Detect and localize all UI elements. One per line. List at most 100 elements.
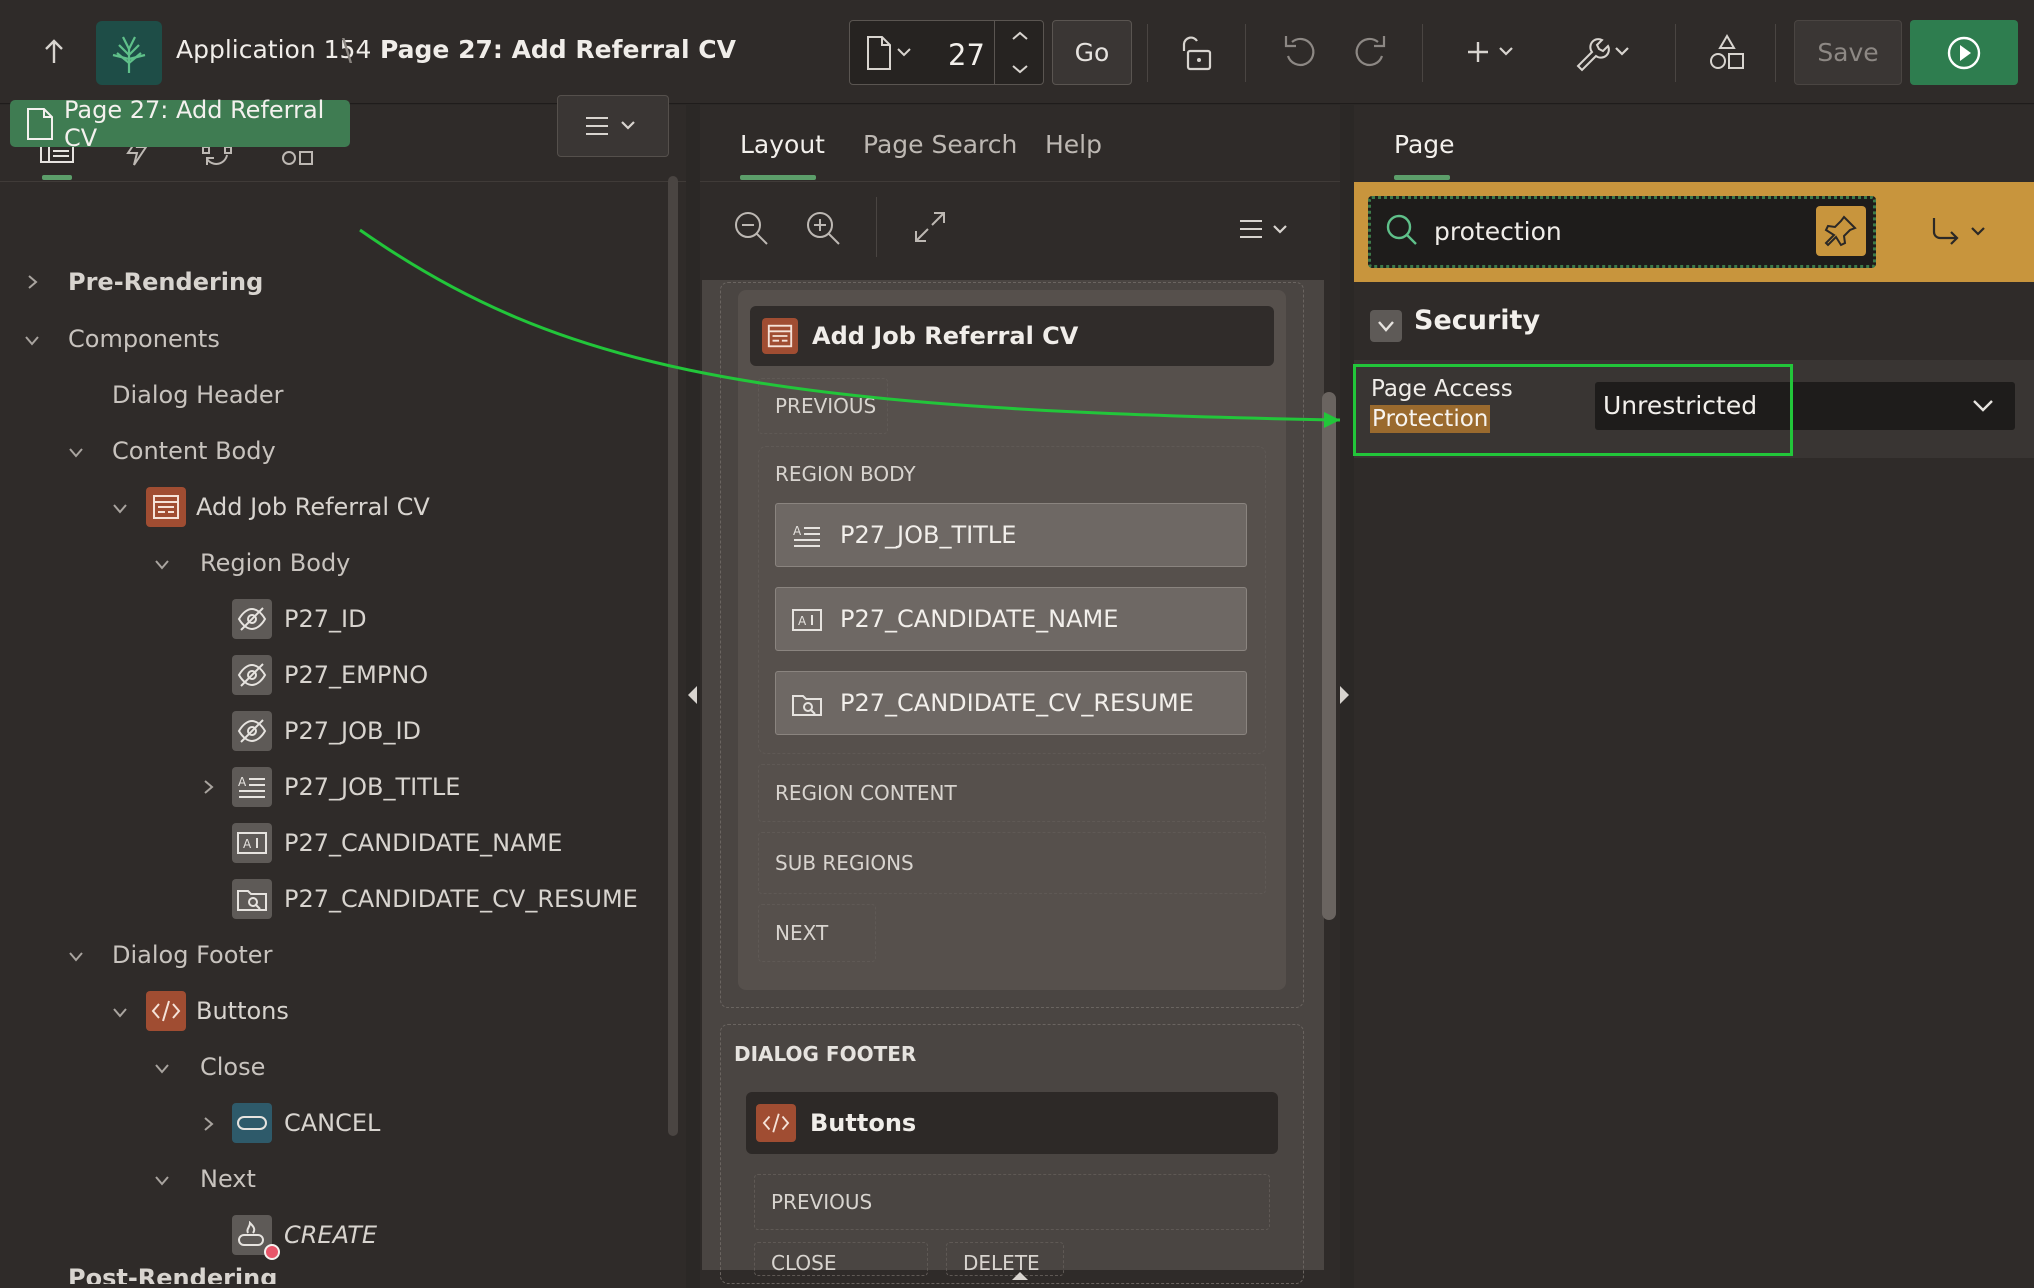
chevron-right-icon[interactable] xyxy=(22,272,42,292)
go-button[interactable]: Go xyxy=(1052,20,1132,85)
tree-close-position[interactable]: Close xyxy=(200,1047,265,1087)
chevron-down-icon[interactable] xyxy=(152,1058,172,1078)
layout-item[interactable]: P27_CANDIDATE_CV_RESUME xyxy=(775,671,1247,735)
layout-scrollbar[interactable] xyxy=(1322,392,1336,920)
collapse-right-icon[interactable] xyxy=(1340,686,1349,704)
toolbar-divider xyxy=(1422,24,1423,82)
search-input-value[interactable]: protection xyxy=(1434,217,1562,246)
toolbar-divider xyxy=(1775,24,1776,82)
active-tab-indicator xyxy=(740,175,816,180)
slot-region-body-label: REGION BODY xyxy=(775,462,916,486)
redo-icon[interactable] xyxy=(1348,30,1392,74)
layout-menu-icon[interactable] xyxy=(1236,211,1300,247)
tree-components[interactable]: Components xyxy=(68,319,220,359)
chevron-down-icon[interactable] xyxy=(110,1002,130,1022)
section-collapse-toggle[interactable] xyxy=(1370,310,1402,342)
tree-item[interactable]: P27_JOB_TITLE xyxy=(284,767,460,807)
zoom-in-icon[interactable] xyxy=(804,209,844,249)
tree-next-position[interactable]: Next xyxy=(200,1159,256,1199)
layout-item[interactable]: A P27_JOB_TITLE xyxy=(775,503,1247,567)
page-number-stepper[interactable] xyxy=(994,21,1044,84)
utilities-wrench-icon[interactable] xyxy=(1568,30,1638,74)
region-icon xyxy=(762,318,798,354)
slot-delete[interactable]: DELETE xyxy=(946,1242,1064,1276)
chevron-down-icon[interactable] xyxy=(152,1170,172,1190)
tree-dialog-footer[interactable]: Dialog Footer xyxy=(112,935,272,975)
panel-divider xyxy=(0,181,686,182)
page-number-input[interactable]: 27 xyxy=(948,38,985,72)
app-logo-icon[interactable] xyxy=(96,21,162,85)
hidden-item-icon xyxy=(232,599,272,639)
section-title-security[interactable]: Security xyxy=(1414,305,1540,336)
tree-item[interactable]: P27_CANDIDATE_NAME xyxy=(284,823,562,863)
create-menu-icon[interactable] xyxy=(1460,30,1524,74)
lock-icon[interactable] xyxy=(1175,30,1221,76)
layout-item[interactable]: A P27_CANDIDATE_NAME xyxy=(775,587,1247,651)
tree-post-rendering[interactable]: Post-Rendering xyxy=(68,1264,277,1284)
layout-region-header[interactable]: Add Job Referral CV xyxy=(750,306,1274,366)
page-type-icon[interactable] xyxy=(864,35,912,71)
tree-item[interactable]: P27_CANDIDATE_CV_RESUME xyxy=(284,879,638,919)
chevron-down-icon xyxy=(1378,321,1394,332)
slot-next[interactable]: NEXT xyxy=(758,904,876,962)
code-region-icon xyxy=(146,991,186,1031)
collapse-left-icon[interactable] xyxy=(688,686,697,704)
tab-page-search[interactable]: Page Search xyxy=(863,130,1017,159)
slot-region-content[interactable]: REGION CONTENT xyxy=(758,764,1266,822)
svg-text:A: A xyxy=(793,524,802,538)
property-editor-panel xyxy=(1354,105,2034,1288)
chevron-down-icon[interactable] xyxy=(66,442,86,462)
chevron-down-icon[interactable] xyxy=(1970,394,1996,416)
hidden-item-icon xyxy=(232,655,272,695)
tree-item[interactable]: P27_JOB_ID xyxy=(284,711,421,751)
run-page-button[interactable] xyxy=(1910,20,2018,85)
slot-footer-previous[interactable]: PREVIOUS xyxy=(754,1174,1270,1230)
go-to-group-icon xyxy=(1932,218,1985,245)
tree-button-create[interactable]: CREATE xyxy=(284,1215,377,1255)
expand-icon[interactable] xyxy=(912,209,948,245)
svg-text:A: A xyxy=(798,614,807,628)
annotation-highlight-box xyxy=(1353,364,1793,456)
tree-item[interactable]: P27_EMPNO xyxy=(284,655,428,695)
tree-menu-button[interactable] xyxy=(557,95,669,157)
breadcrumb-separator: \ xyxy=(342,33,353,68)
chevron-down-icon[interactable] xyxy=(110,498,130,518)
tree-buttons-region[interactable]: Buttons xyxy=(196,991,289,1031)
layout-buttons-region-header[interactable]: Buttons xyxy=(746,1092,1278,1154)
panel-divider xyxy=(700,181,1340,182)
tree-region-body[interactable]: Region Body xyxy=(200,543,350,583)
pin-search-button[interactable] xyxy=(1816,206,1866,256)
tree-page-node[interactable]: Page 27: Add Referral CV xyxy=(10,96,350,152)
toolbar-divider xyxy=(1675,24,1676,82)
button-icon xyxy=(232,1103,272,1143)
save-button[interactable]: Save xyxy=(1794,20,1902,85)
tree-item[interactable]: P27_ID xyxy=(284,599,367,639)
up-arrow-icon[interactable] xyxy=(34,30,74,74)
tab-page[interactable]: Page xyxy=(1394,130,1455,159)
undo-icon[interactable] xyxy=(1278,30,1322,74)
tab-help[interactable]: Help xyxy=(1045,130,1102,159)
chevron-down-icon[interactable] xyxy=(152,554,172,574)
tree-button-cancel[interactable]: CANCEL xyxy=(284,1103,380,1143)
active-tab-indicator xyxy=(42,175,72,180)
slot-previous[interactable]: PREVIOUS xyxy=(758,378,888,434)
tree-page-node-label: Page 27: Add Referral CV xyxy=(64,95,325,152)
chevron-right-icon[interactable] xyxy=(198,1114,218,1134)
tree-region-add-job-referral-cv[interactable]: Add Job Referral CV xyxy=(196,487,430,527)
go-to-group-button[interactable] xyxy=(1920,210,2000,254)
tree-pre-rendering[interactable]: Pre-Rendering xyxy=(68,262,263,302)
slot-sub-regions[interactable]: SUB REGIONS xyxy=(758,832,1266,894)
tab-layout[interactable]: Layout xyxy=(740,130,825,159)
tree-dialog-header[interactable]: Dialog Header xyxy=(112,375,283,415)
layout-item-label: P27_CANDIDATE_CV_RESUME xyxy=(840,689,1194,717)
tree-scrollbar[interactable] xyxy=(668,176,678,1136)
layout-item-label: P27_CANDIDATE_NAME xyxy=(840,605,1119,633)
tree-content-body[interactable]: Content Body xyxy=(112,431,276,471)
chevron-down-icon[interactable] xyxy=(22,330,42,350)
shared-components-icon[interactable] xyxy=(1705,30,1749,74)
slot-close[interactable]: CLOSE xyxy=(754,1242,928,1276)
chevron-down-icon[interactable] xyxy=(66,946,86,966)
zoom-out-icon[interactable] xyxy=(732,209,772,249)
page-navigator: 27 xyxy=(849,20,1044,85)
chevron-right-icon[interactable] xyxy=(198,777,218,797)
